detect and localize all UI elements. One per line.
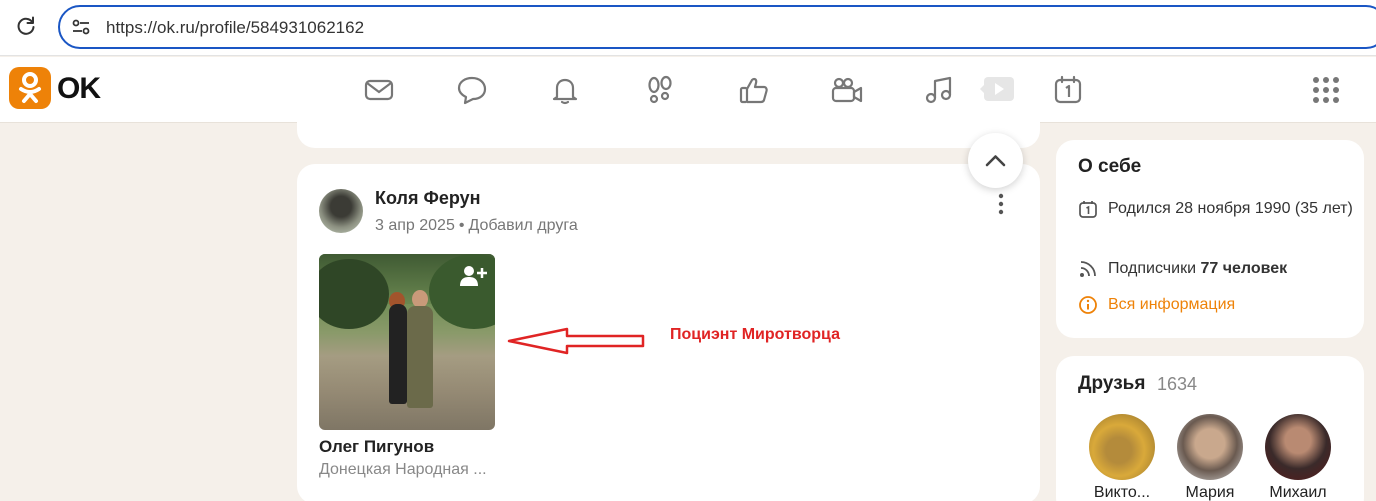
post-date[interactable]: 3 апр 2025: [375, 217, 455, 234]
calendar-icon[interactable]: [1051, 73, 1085, 107]
friend-name[interactable]: Михаил: [1253, 484, 1343, 501]
previous-feed-card: [297, 110, 1040, 148]
scroll-top-button[interactable]: [968, 133, 1023, 188]
friends-count: 1634: [1157, 374, 1198, 394]
about-title: О себе: [1078, 156, 1142, 177]
author-name[interactable]: Коля Ферун: [375, 188, 481, 209]
address-bar[interactable]: https://ok.ru/profile/584931062162: [58, 5, 1376, 49]
calendar-icon: [1079, 201, 1097, 218]
ok-logo-text[interactable]: OK: [57, 72, 101, 106]
friend-location: Донецкая Народная ...: [319, 461, 487, 478]
url-text[interactable]: https://ok.ru/profile/584931062162: [106, 18, 364, 38]
birth-row: Родился 28 ноября 1990 (35 лет): [1078, 196, 1358, 246]
meta-separator: •: [458, 217, 465, 234]
mail-icon[interactable]: [362, 73, 396, 107]
post-meta: 3 апр 2025 • Добавил друга: [375, 217, 578, 235]
friend-photo[interactable]: [319, 254, 495, 430]
chevron-up-icon: [985, 155, 1006, 167]
more-options-icon[interactable]: [997, 192, 1005, 216]
author-avatar[interactable]: [319, 189, 363, 233]
friend-avatar[interactable]: [1265, 414, 1331, 480]
footprints-icon[interactable]: [643, 73, 677, 107]
video-camera-icon[interactable]: [830, 73, 864, 107]
subscribers-label: Подписчики: [1108, 260, 1197, 277]
add-friend-icon[interactable]: [459, 264, 487, 288]
subscribers-value: 77 человек: [1200, 260, 1288, 277]
friend-name[interactable]: Олег Пигунов: [319, 437, 434, 457]
all-info-row[interactable]: Вся информация: [1078, 292, 1358, 318]
friends-title[interactable]: Друзья: [1078, 373, 1145, 395]
like-icon[interactable]: [737, 73, 771, 107]
friend-avatar[interactable]: [1089, 414, 1155, 480]
music-icon[interactable]: [922, 73, 956, 107]
all-info-link[interactable]: Вся информация: [1108, 292, 1353, 317]
video-play-icon[interactable]: [978, 75, 1016, 103]
annotation-text: Поциэнт Миротворца: [670, 326, 840, 343]
friends-card: Друзья 1634 Викто... Мария Михаил: [1056, 356, 1364, 501]
about-card: О себе Родился 28 ноября 1990 (35 лет) П…: [1056, 140, 1364, 338]
friend-name[interactable]: Мария: [1165, 484, 1255, 501]
bell-icon[interactable]: [548, 73, 582, 107]
feed-post-card: Коля Ферун 3 апр 2025 • Добавил друга Олег…: [297, 164, 1040, 501]
info-icon: [1079, 296, 1097, 314]
friend-name[interactable]: Викто...: [1077, 484, 1167, 501]
site-info-icon[interactable]: [70, 16, 92, 38]
apps-grid-icon[interactable]: [1312, 76, 1340, 104]
annotation-arrow-icon: [507, 327, 645, 355]
browser-toolbar: https://ok.ru/profile/584931062162: [0, 0, 1376, 56]
rss-icon: [1080, 261, 1096, 277]
birth-text: Родился 28 ноября 1990 (35 лет): [1108, 200, 1353, 217]
friend-avatar[interactable]: [1177, 414, 1243, 480]
post-action: Добавил друга: [468, 217, 578, 234]
ok-logo-icon[interactable]: [9, 67, 51, 109]
reload-icon[interactable]: [14, 14, 38, 38]
subscribers-row[interactable]: Подписчики 77 человек: [1078, 256, 1358, 282]
chat-icon[interactable]: [455, 73, 489, 107]
